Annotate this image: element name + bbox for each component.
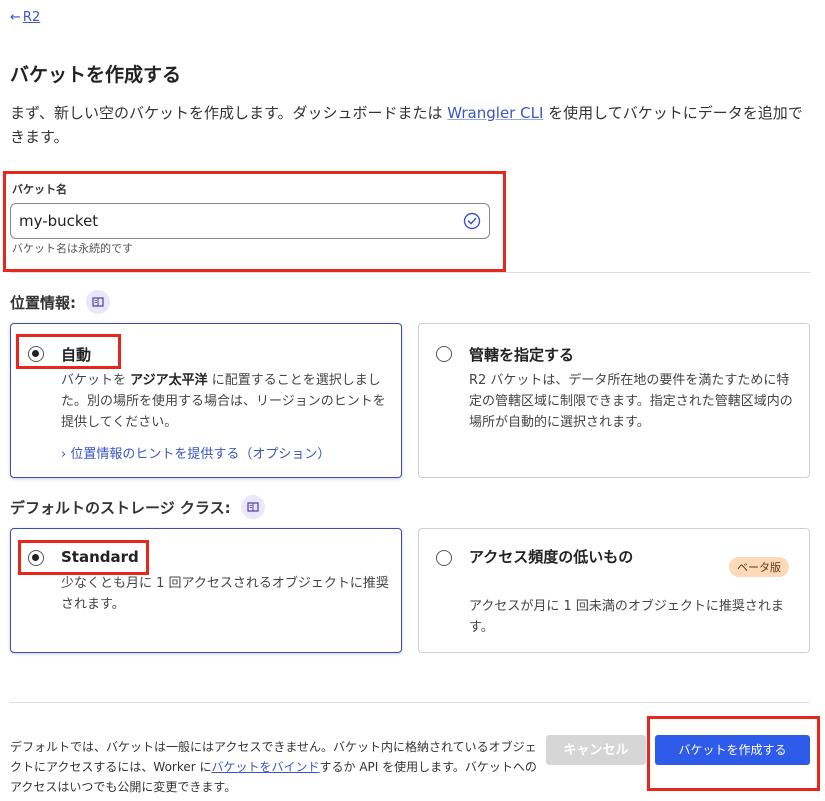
storage-infrequent-title: アクセス頻度の低いもの [469, 548, 634, 566]
book-icon-glyph [247, 502, 259, 512]
book-icon[interactable] [86, 290, 110, 314]
highlight-auto [16, 334, 121, 369]
radio-jurisdiction[interactable] [436, 346, 452, 362]
location-jurisdiction-desc: R2 バケットは、データ所在地の要件を満たすために特定の管轄区域に制限できます。… [469, 373, 793, 430]
storage-label: デフォルトのストレージ クラス: [10, 498, 231, 517]
beta-badge: ベータ版 [729, 557, 789, 577]
location-jurisdiction-title: 管轄を指定する [469, 346, 575, 364]
check-circle-icon [463, 212, 481, 230]
desc-bold-region: アジア太平洋 [130, 373, 208, 388]
storage-standard-desc: 少なくとも月に 1 回アクセスされるオブジェクトに推奨されます。 [61, 576, 389, 612]
bucket-name-hint: バケット名は永続的です [12, 242, 133, 255]
storage-section-label: デフォルトのストレージ クラス: [10, 495, 265, 519]
wrangler-cli-link[interactable]: Wrangler CLI [447, 104, 543, 122]
divider-2 [10, 702, 810, 703]
desc-before: バケットを [61, 373, 131, 388]
location-label: 位置情報: [10, 293, 76, 312]
radio-infrequent[interactable] [436, 550, 452, 566]
location-section-label: 位置情報: [10, 290, 110, 314]
bucket-name-input[interactable] [19, 204, 439, 238]
divider-1 [10, 272, 810, 273]
intro-text: まず、新しい空のバケットを作成します。ダッシュボードまたは Wrangler C… [10, 101, 815, 149]
highlight-create-button [647, 716, 820, 791]
page-title: バケットを作成する [10, 64, 182, 86]
storage-option-infrequent[interactable]: アクセス頻度の低いもの ベータ版 アクセスが月に 1 回未満のオブジェクトに推奨… [418, 528, 810, 653]
intro-before: まず、新しい空のバケットを作成します。ダッシュボードまたは [10, 104, 448, 122]
back-link[interactable]: ← R2 [10, 10, 40, 25]
book-icon[interactable] [240, 495, 265, 519]
highlight-standard [18, 540, 149, 575]
location-option-jurisdiction[interactable]: 管轄を指定する R2 バケットは、データ所在地の要件を満たすために特定の管轄区域… [418, 323, 810, 478]
cancel-button[interactable]: キャンセル [546, 735, 646, 765]
book-icon-glyph [92, 297, 104, 307]
back-arrow-icon: ← [10, 10, 21, 25]
back-link-label: R2 [22, 10, 41, 25]
bind-bucket-link[interactable]: バケットをバインド [212, 760, 320, 774]
footer-note: デフォルトでは、バケットは一般にはアクセスできません。バケット内に格納されている… [10, 737, 540, 797]
storage-infrequent-desc: アクセスが月に 1 回未満のオブジェクトに推奨されます。 [469, 599, 784, 635]
location-hint-link[interactable]: › 位置情報のヒントを提供する（オプション） [61, 443, 330, 462]
bucket-name-label: バケット名 [12, 183, 67, 196]
location-auto-desc: バケットを アジア太平洋 に配置することを選択しました。別の場所を使用する場合は… [61, 370, 386, 433]
bucket-name-field[interactable] [10, 203, 490, 239]
